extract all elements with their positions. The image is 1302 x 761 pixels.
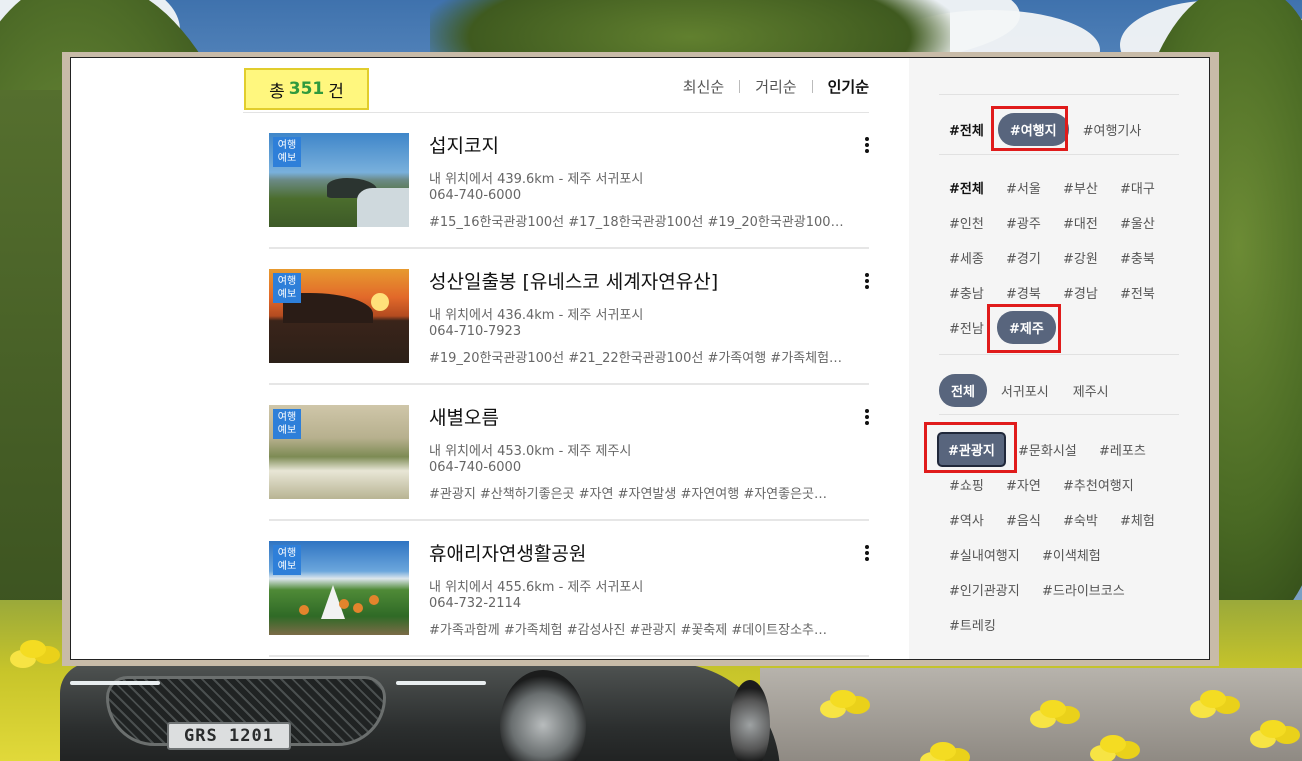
- list-item[interactable]: 여행 예보 새별오름 내 위치에서 453.0km - 제주 제주시 064-74…: [269, 385, 869, 521]
- sort-options: 최신순 거리순 인기순: [683, 76, 869, 97]
- type-all-tab[interactable]: #전체: [949, 120, 984, 139]
- highlight-box: [924, 422, 1017, 473]
- travel-forecast-badge: 여행 예보: [273, 137, 301, 167]
- region-tag[interactable]: #경남: [1063, 283, 1098, 302]
- divider: [939, 354, 1179, 355]
- category-tag[interactable]: #드라이브코스: [1042, 580, 1125, 599]
- count-suffix: 건: [328, 81, 344, 102]
- category-tag[interactable]: #실내여행지: [949, 545, 1020, 564]
- subregion-all-tab[interactable]: 전체: [939, 374, 987, 407]
- item-location: 내 위치에서 436.4km - 제주 서귀포시: [429, 308, 644, 323]
- category-tag[interactable]: #음식: [1006, 510, 1041, 529]
- subregion-tab[interactable]: 서귀포시: [1001, 381, 1049, 400]
- region-tag[interactable]: #대구: [1120, 178, 1155, 197]
- region-tag[interactable]: #충북: [1120, 248, 1155, 267]
- item-phone: 064-740-6000: [429, 188, 522, 203]
- more-options-icon[interactable]: [863, 409, 871, 429]
- result-list-panel: 총 351 건 최신순 거리순 인기순 여행 예보 섭지코지 내 위치에서 439…: [71, 58, 909, 659]
- result-count: 총 351 건: [244, 68, 369, 110]
- region-tag[interactable]: #경북: [1006, 283, 1041, 302]
- highlight-box: [987, 304, 1061, 353]
- sort-latest[interactable]: 최신순: [683, 76, 724, 97]
- item-location: 내 위치에서 455.6km - 제주 서귀포시: [429, 580, 644, 595]
- item-phone: 064-732-2114: [429, 596, 522, 611]
- item-thumbnail[interactable]: 여행 예보: [269, 133, 409, 227]
- item-location: 내 위치에서 439.6km - 제주 서귀포시: [429, 172, 644, 187]
- region-tag[interactable]: #인천: [949, 213, 984, 232]
- item-phone: 064-740-6000: [429, 460, 522, 475]
- sort-divider: [811, 80, 813, 93]
- travel-search-window: 총 351 건 최신순 거리순 인기순 여행 예보 섭지코지 내 위치에서 439…: [70, 57, 1210, 660]
- subregion-tab[interactable]: 제주시: [1073, 381, 1109, 400]
- highlight-box: [991, 106, 1068, 151]
- item-thumbnail[interactable]: 여행 예보: [269, 269, 409, 363]
- category-tag[interactable]: #숙박: [1063, 510, 1098, 529]
- more-options-icon[interactable]: [863, 137, 871, 157]
- list-item[interactable]: 여행 예보 섭지코지 내 위치에서 439.6km - 제주 서귀포시 064-7…: [269, 113, 869, 249]
- item-title[interactable]: 휴애리자연생활공원: [429, 539, 586, 566]
- region-tag[interactable]: #전북: [1120, 283, 1155, 302]
- region-tag[interactable]: #부산: [1063, 178, 1098, 197]
- category-tag[interactable]: #레포츠: [1099, 440, 1146, 459]
- category-tag[interactable]: #역사: [949, 510, 984, 529]
- region-tag[interactable]: #울산: [1120, 213, 1155, 232]
- region-tag[interactable]: #대전: [1063, 213, 1098, 232]
- count-prefix: 총: [269, 81, 285, 102]
- item-tags: #가족과함께 #가족체험 #감성사진 #관광지 #꽃축제 #데이트장소추…: [429, 623, 828, 638]
- region-tag[interactable]: #경기: [1006, 248, 1041, 267]
- travel-forecast-badge: 여행 예보: [273, 273, 301, 303]
- divider: [939, 414, 1179, 415]
- region-tag[interactable]: #서울: [1006, 178, 1041, 197]
- item-thumbnail[interactable]: 여행 예보: [269, 541, 409, 635]
- travel-forecast-badge: 여행 예보: [273, 409, 301, 439]
- category-tag[interactable]: #추천여행지: [1063, 475, 1134, 494]
- count-number: 351: [288, 79, 325, 99]
- divider: [939, 94, 1179, 95]
- category-tag[interactable]: #쇼핑: [949, 475, 984, 494]
- sort-popular[interactable]: 인기순: [828, 76, 869, 97]
- region-tag[interactable]: #충남: [949, 283, 984, 302]
- subregion-filter: 전체 서귀포시 제주시: [939, 374, 1109, 407]
- category-tag[interactable]: #트레킹: [949, 615, 996, 634]
- item-tags: #관광지 #산책하기좋은곳 #자연 #자연발생 #자연여행 #자연좋은곳…: [429, 487, 828, 502]
- divider: [939, 154, 1179, 155]
- travel-forecast-badge: 여행 예보: [273, 545, 301, 575]
- item-tags: #19_20한국관광100선 #21_22한국관광100선 #가족여행 #가족체…: [429, 351, 843, 366]
- category-tag[interactable]: #이색체험: [1042, 545, 1101, 564]
- list-item[interactable]: 여행 예보 성산일출봉 [유네스코 세계자연유산] 내 위치에서 436.4km …: [269, 249, 869, 385]
- filter-sidebar: #전체 #여행지 #여행기사 #전체 #서울 #부산 #대구 #인천 #광주 #…: [909, 58, 1209, 659]
- item-phone: 064-710-7923: [429, 324, 522, 339]
- sort-distance[interactable]: 거리순: [755, 76, 796, 97]
- item-thumbnail[interactable]: 여행 예보: [269, 405, 409, 499]
- item-location: 내 위치에서 453.0km - 제주 제주시: [429, 444, 632, 459]
- category-tag[interactable]: #체험: [1120, 510, 1155, 529]
- more-options-icon[interactable]: [863, 273, 871, 293]
- region-tag[interactable]: #광주: [1006, 213, 1041, 232]
- region-tag[interactable]: #세종: [949, 248, 984, 267]
- license-plate: GRS 1201: [167, 722, 291, 750]
- category-tag[interactable]: #문화시설: [1018, 440, 1077, 459]
- region-tag[interactable]: #전체: [949, 178, 984, 197]
- item-title[interactable]: 성산일출봉 [유네스코 세계자연유산]: [429, 267, 718, 294]
- list-item[interactable]: 여행 예보 휴애리자연생활공원 내 위치에서 455.6km - 제주 서귀포시 …: [269, 521, 869, 657]
- item-title[interactable]: 섭지코지: [429, 131, 499, 158]
- type-travel-article-tab[interactable]: #여행기사: [1083, 120, 1142, 139]
- category-tag[interactable]: #인기관광지: [949, 580, 1020, 599]
- more-options-icon[interactable]: [863, 545, 871, 565]
- item-title[interactable]: 새별오름: [429, 403, 499, 430]
- category-tag[interactable]: #자연: [1006, 475, 1041, 494]
- item-tags: #15_16한국관광100선 #17_18한국관광100선 #19_20한국관광…: [429, 215, 844, 230]
- region-tag[interactable]: #강원: [1063, 248, 1098, 267]
- sort-divider: [739, 80, 741, 93]
- region-tag[interactable]: #전남: [949, 318, 984, 337]
